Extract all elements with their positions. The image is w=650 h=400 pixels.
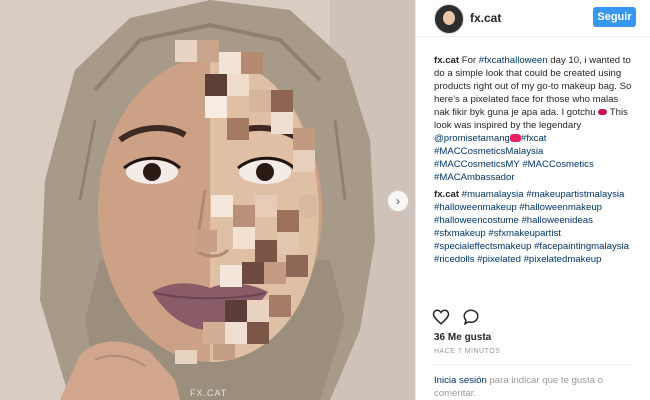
post-time: HACE 7 MINUTOS xyxy=(434,348,501,355)
photo-watermark: FX.CAT xyxy=(190,388,228,398)
avatar[interactable] xyxy=(434,4,464,34)
likes-count[interactable]: 36 Me gusta xyxy=(434,332,491,343)
heart-icon[interactable] xyxy=(432,308,450,326)
hashtags-comment: fx.cat #muamalaysia #makeupartistmalaysi… xyxy=(434,188,634,266)
divider xyxy=(434,364,632,365)
comment-author[interactable]: fx.cat xyxy=(434,189,459,200)
chevron-right-icon: › xyxy=(396,194,400,208)
hashtag-link[interactable]: #MACCosmetics xyxy=(522,159,593,170)
lips-emoji-icon xyxy=(598,109,608,116)
instagram-post-modal: › FX.CAT fx.cat Seguir fx.cat For #fxcat… xyxy=(0,0,650,400)
caption-comment: fx.cat For #fxcathalloween day 10, i wan… xyxy=(434,54,634,184)
comments-list: fx.cat For #fxcathalloween day 10, i wan… xyxy=(434,54,634,270)
post-photo[interactable]: › FX.CAT xyxy=(0,0,415,400)
mention-link[interactable]: @promisetamang xyxy=(434,133,510,144)
login-prompt: Inicia sesión para indicar que te gusta … xyxy=(434,374,634,400)
avatar-face xyxy=(443,11,455,25)
hashtag-link[interactable]: #MACCosmeticsMalaysia xyxy=(434,146,543,157)
next-photo-button[interactable]: › xyxy=(387,190,409,212)
hearts-emoji-icon xyxy=(509,134,521,143)
hashtag-link[interactable]: #fxcathalloween xyxy=(479,55,548,66)
post-author-username[interactable]: fx.cat xyxy=(470,11,501,25)
follow-button[interactable]: Seguir xyxy=(593,7,636,27)
post-actions xyxy=(432,308,480,326)
post-side-panel: fx.cat Seguir fx.cat For #fxcathalloween… xyxy=(415,0,650,400)
comment-author[interactable]: fx.cat xyxy=(434,55,459,66)
comment-text: For xyxy=(459,55,479,66)
hashtag-link[interactable]: #MACCosmeticsMY xyxy=(434,159,520,170)
post-header: fx.cat Seguir xyxy=(416,0,650,37)
pixelated-face-illustration xyxy=(0,0,415,400)
hashtags-list[interactable]: #muamalaysia #makeupartistmalaysia #hall… xyxy=(434,189,629,265)
login-link[interactable]: Inicia sesión xyxy=(434,375,487,386)
comment-icon[interactable] xyxy=(462,308,480,326)
hashtag-link[interactable]: #MACAmbassador xyxy=(434,172,515,183)
hashtag-link[interactable]: #fxcat xyxy=(521,133,547,144)
